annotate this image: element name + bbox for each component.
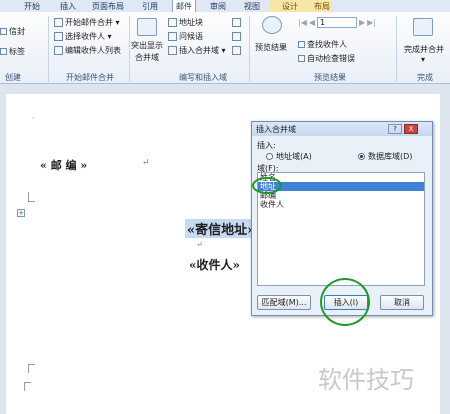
finish-merge-button[interactable]: 完成并合并 xyxy=(404,44,444,55)
finish-merge-icon[interactable] xyxy=(413,18,433,36)
group-label-write-insert: 编写和插入域 xyxy=(179,73,227,82)
group-separator xyxy=(249,16,250,82)
highlight-merge-fields-label-2[interactable]: 合并域 xyxy=(135,52,159,63)
first-record-icon[interactable]: |◀ xyxy=(298,18,307,27)
find-recipient-button[interactable]: 查找收件人 xyxy=(298,39,347,50)
greeting-icon xyxy=(168,32,177,41)
paragraph-mark: ↵ xyxy=(142,158,150,168)
margin-mark: · xyxy=(32,114,35,123)
check-errors-icon xyxy=(298,55,305,62)
rules-icon[interactable] xyxy=(232,18,241,27)
tab-page-layout[interactable]: 页面布局 xyxy=(92,1,124,12)
radio-address-field[interactable]: 地址域(A) xyxy=(266,151,312,162)
ribbon-tab-bar: 开始 插入 页面布局 引用 邮件 审阅 视图 设计 布局 xyxy=(0,0,450,12)
address-block-icon xyxy=(168,18,177,27)
preview-results-button[interactable]: 预览结果 xyxy=(255,42,287,53)
magnifier-icon[interactable] xyxy=(262,16,282,34)
last-record-icon[interactable]: ▶| xyxy=(367,18,376,27)
auto-check-errors-button[interactable]: 自动检查错误 xyxy=(298,53,355,64)
select-recipients-button[interactable]: 选择收件人 ▾ xyxy=(54,31,112,42)
record-number-input[interactable]: 1 xyxy=(317,17,358,28)
list-item[interactable]: 姓名 xyxy=(258,173,424,182)
highlight-circle-field xyxy=(252,177,282,194)
insert-label: 插入: xyxy=(257,141,276,150)
list-item[interactable]: 邮编 xyxy=(258,191,424,200)
cancel-button[interactable]: 取消 xyxy=(380,295,424,310)
radio-icon xyxy=(266,153,273,160)
radio-selected-icon xyxy=(358,153,365,160)
greeting-line-button[interactable]: 问候语 xyxy=(168,31,203,42)
tab-mailings[interactable]: 邮件 xyxy=(172,0,196,12)
group-separator xyxy=(129,16,130,82)
match-fields-button[interactable]: 匹配域(M)... xyxy=(257,295,311,310)
group-label-start-merge: 开始邮件合并 xyxy=(66,73,114,82)
previous-record-icon[interactable]: ◀ xyxy=(309,18,315,27)
group-separator xyxy=(48,16,49,82)
paragraph-mark: ↵ xyxy=(196,240,203,249)
recipients-icon xyxy=(54,32,63,41)
tab-insert[interactable]: 插入 xyxy=(60,1,76,12)
tab-view[interactable]: 视图 xyxy=(244,1,260,12)
tab-home[interactable]: 开始 xyxy=(24,1,40,12)
group-label-finish: 完成 xyxy=(417,73,433,82)
edit-recipient-list-button[interactable]: 编辑收件人列表 xyxy=(54,45,121,56)
insert-field-icon xyxy=(168,46,177,55)
insert-merge-field-button[interactable]: 插入合并域 ▾ xyxy=(168,45,226,56)
help-button[interactable]: ? xyxy=(388,124,402,134)
corner-mark xyxy=(28,364,35,373)
list-item[interactable]: 收件人 xyxy=(258,200,424,209)
sender-address-field[interactable]: «寄信地址» xyxy=(185,219,258,238)
label-icon xyxy=(0,48,7,55)
start-mail-merge-button[interactable]: 开始邮件合并 ▾ xyxy=(54,17,120,28)
find-icon xyxy=(298,41,305,48)
highlight-fields-icon[interactable] xyxy=(137,18,157,36)
watermark: 软件技巧 xyxy=(318,366,414,394)
corner-mark xyxy=(24,382,31,391)
mail-merge-icon xyxy=(54,18,63,27)
highlight-circle-insert xyxy=(320,278,370,326)
update-labels-icon[interactable] xyxy=(232,46,241,55)
envelope-button[interactable]: 信封 xyxy=(0,26,25,37)
tab-review[interactable]: 审阅 xyxy=(210,1,226,12)
recipient-field[interactable]: «收件人» xyxy=(189,256,240,273)
group-label-create: 创建 xyxy=(5,73,21,82)
ribbon: 信封 标签 创建 开始邮件合并 ▾ 选择收件人 ▾ 编辑收件人列表 开始邮件合并… xyxy=(0,12,450,84)
close-button[interactable]: X xyxy=(404,124,418,134)
highlight-merge-fields-label[interactable]: 突出显示 xyxy=(131,40,163,51)
list-item-selected[interactable]: 地址 xyxy=(258,182,424,191)
tab-layout[interactable]: 布局 xyxy=(314,1,330,12)
edit-list-icon xyxy=(54,46,63,55)
label-button[interactable]: 标签 xyxy=(0,46,25,57)
table-move-handle-icon[interactable]: + xyxy=(17,209,25,217)
postcode-field[interactable]: « 邮 编 » xyxy=(40,157,87,173)
match-fields-icon[interactable] xyxy=(232,32,241,41)
fields-listbox[interactable]: 姓名 地址 邮编 收件人 xyxy=(257,172,425,286)
corner-mark xyxy=(28,192,35,202)
address-block-button[interactable]: 地址块 xyxy=(168,17,203,28)
tab-references[interactable]: 引用 xyxy=(142,1,158,12)
finish-merge-dropdown[interactable]: ▾ xyxy=(421,55,425,64)
group-separator xyxy=(396,16,397,82)
group-label-preview: 预览结果 xyxy=(314,73,346,82)
next-record-icon[interactable]: ▶ xyxy=(359,18,365,27)
record-navigation: |◀ ◀ 1 ▶ ▶| xyxy=(298,17,376,28)
radio-database-field[interactable]: 数据库域(D) xyxy=(358,151,412,162)
tab-design[interactable]: 设计 xyxy=(282,1,298,12)
envelope-icon xyxy=(0,28,7,35)
